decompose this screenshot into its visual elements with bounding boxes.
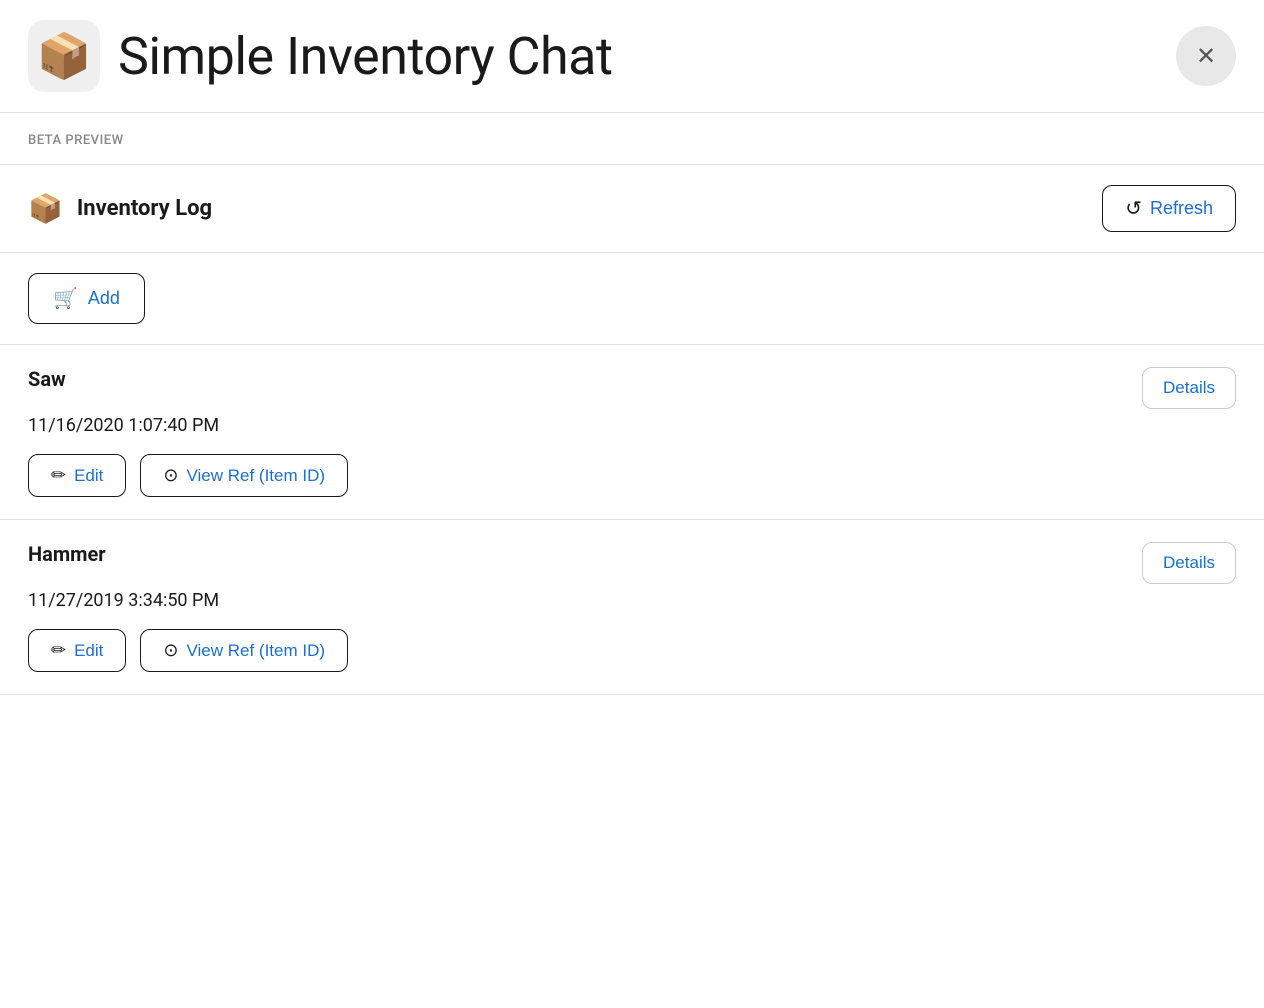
- inventory-header: 📦 Inventory Log ↺ Refresh: [0, 165, 1264, 253]
- item-date: 11/16/2020 1:07:40 PM: [28, 415, 1236, 436]
- edit-label: Edit: [74, 641, 103, 661]
- beta-label: BETA PREVIEW: [28, 133, 124, 148]
- edit-icon: ✏: [51, 640, 66, 661]
- edit-button[interactable]: ✏ Edit: [28, 454, 126, 497]
- close-button[interactable]: ✕: [1176, 26, 1236, 86]
- header-left: 📦 Simple Inventory Chat: [28, 20, 612, 92]
- item-name: Hammer: [28, 542, 106, 566]
- inventory-header-left: 📦 Inventory Log: [28, 192, 212, 225]
- refresh-icon: ↺: [1125, 196, 1142, 221]
- app-header: 📦 Simple Inventory Chat ✕: [0, 0, 1264, 113]
- refresh-button[interactable]: ↺ Refresh: [1102, 185, 1236, 232]
- view-ref-label: View Ref (Item ID): [186, 641, 325, 661]
- beta-section: BETA PREVIEW: [0, 113, 1264, 165]
- view-ref-icon: ⊙: [163, 640, 178, 661]
- view-ref-label: View Ref (Item ID): [186, 466, 325, 486]
- item-row: Saw Details 11/16/2020 1:07:40 PM ✏ Edit…: [0, 345, 1264, 520]
- edit-button[interactable]: ✏ Edit: [28, 629, 126, 672]
- items-list: Saw Details 11/16/2020 1:07:40 PM ✏ Edit…: [0, 345, 1264, 695]
- item-actions: ✏ Edit ⊙ View Ref (Item ID): [28, 629, 1236, 672]
- view-ref-icon: ⊙: [163, 465, 178, 486]
- view-ref-button[interactable]: ⊙ View Ref (Item ID): [140, 454, 348, 497]
- item-top: Saw Details: [28, 367, 1236, 409]
- app-title: Simple Inventory Chat: [118, 26, 612, 87]
- item-details-button[interactable]: Details: [1142, 542, 1236, 584]
- refresh-label: Refresh: [1150, 198, 1213, 219]
- add-button[interactable]: 🛒 Add: [28, 273, 145, 324]
- item-actions: ✏ Edit ⊙ View Ref (Item ID): [28, 454, 1236, 497]
- item-top: Hammer Details: [28, 542, 1236, 584]
- item-details-button[interactable]: Details: [1142, 367, 1236, 409]
- inventory-title: Inventory Log: [77, 196, 212, 221]
- details-label: Details: [1163, 378, 1215, 397]
- app-icon: 📦: [28, 20, 100, 92]
- add-label: Add: [88, 288, 120, 309]
- item-date: 11/27/2019 3:34:50 PM: [28, 590, 1236, 611]
- item-name: Saw: [28, 367, 66, 391]
- edit-icon: ✏: [51, 465, 66, 486]
- inventory-icon: 📦: [28, 192, 63, 225]
- item-row: Hammer Details 11/27/2019 3:34:50 PM ✏ E…: [0, 520, 1264, 695]
- add-cart-icon: 🛒: [53, 286, 78, 311]
- view-ref-button[interactable]: ⊙ View Ref (Item ID): [140, 629, 348, 672]
- add-section: 🛒 Add: [0, 253, 1264, 345]
- close-icon: ✕: [1196, 42, 1216, 71]
- details-label: Details: [1163, 553, 1215, 572]
- edit-label: Edit: [74, 466, 103, 486]
